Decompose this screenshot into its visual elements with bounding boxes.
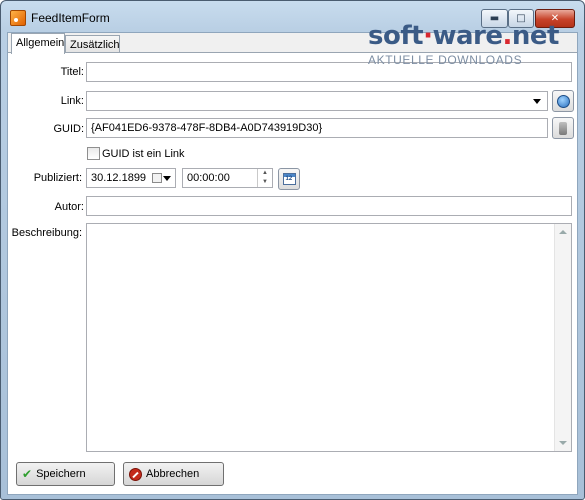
time-spinner[interactable]: ▲ ▼ [257, 169, 272, 187]
tab-label: Zusätzlich [70, 39, 120, 51]
watermark-text: net [511, 21, 560, 51]
chevron-down-icon[interactable] [163, 176, 171, 181]
published-date-picker[interactable]: 30.12.1899 [86, 168, 176, 188]
app-window: FeedItemForm ▬ □ ✕ Allgemein Zusätzlich … [0, 0, 585, 500]
scroll-down-icon[interactable] [559, 441, 567, 445]
guid-is-link-label[interactable]: GUID ist ein Link [102, 148, 185, 160]
published-label: Publiziert: [33, 172, 82, 184]
title-label: Titel: [60, 66, 84, 78]
calendar-day-text: 12 [285, 176, 293, 182]
guid-label: GUID: [53, 123, 84, 135]
link-combobox[interactable] [86, 91, 548, 111]
calendar-button[interactable]: 12 [278, 168, 300, 190]
form-client: Allgemein Zusätzlich Titel: Link: GUID: … [7, 32, 578, 495]
guid-is-link-checkbox[interactable] [87, 147, 100, 160]
tool-icon [559, 121, 567, 135]
watermark-tagline: AKTUELLE DOWNLOADS [368, 53, 523, 67]
watermark-logo: soft·ware.net [368, 23, 559, 49]
published-date-value: 30.12.1899 [91, 172, 147, 184]
cancel-button[interactable]: Abbrechen [123, 462, 224, 486]
open-link-button[interactable] [552, 90, 574, 112]
calendar-icon: 12 [282, 173, 296, 185]
window-title: FeedItemForm [31, 11, 110, 25]
description-scrollbar[interactable] [554, 224, 571, 451]
spin-up-icon[interactable]: ▲ [258, 169, 272, 178]
spin-down-icon[interactable]: ▼ [258, 178, 272, 187]
tab-label: Allgemein [16, 37, 65, 49]
chevron-down-icon[interactable] [533, 99, 541, 104]
author-input[interactable] [86, 196, 572, 216]
generate-guid-button[interactable] [552, 117, 574, 139]
scroll-up-icon[interactable] [559, 230, 567, 234]
globe-icon [556, 94, 570, 108]
description-textarea[interactable] [86, 223, 572, 452]
cancel-icon [129, 467, 142, 481]
tab-allgemein[interactable]: Allgemein [11, 33, 65, 54]
rss-icon [10, 10, 26, 26]
link-label: Link: [60, 95, 84, 107]
cancel-button-label: Abbrechen [146, 468, 200, 480]
check-icon: ✔ [22, 467, 33, 481]
published-time-input[interactable]: 00:00:00 ▲ ▼ [182, 168, 273, 188]
save-button[interactable]: ✔ Speichern [16, 462, 115, 486]
published-time-value: 00:00:00 [187, 172, 230, 184]
description-label: Beschreibung: [11, 227, 82, 239]
author-label: Autor: [54, 201, 84, 213]
watermark-text: soft [368, 21, 424, 51]
tab-page-allgemein: Titel: Link: GUID: {AF041ED6-9378-478F-8… [8, 52, 577, 494]
guid-input[interactable]: {AF041ED6-9378-478F-8DB4-A0D743919D30} [86, 118, 548, 138]
watermark-text: . [502, 21, 513, 51]
calendar-dropdown-icon[interactable] [152, 173, 162, 183]
watermark-text: ware [432, 21, 503, 51]
save-button-label: Speichern [36, 468, 86, 480]
